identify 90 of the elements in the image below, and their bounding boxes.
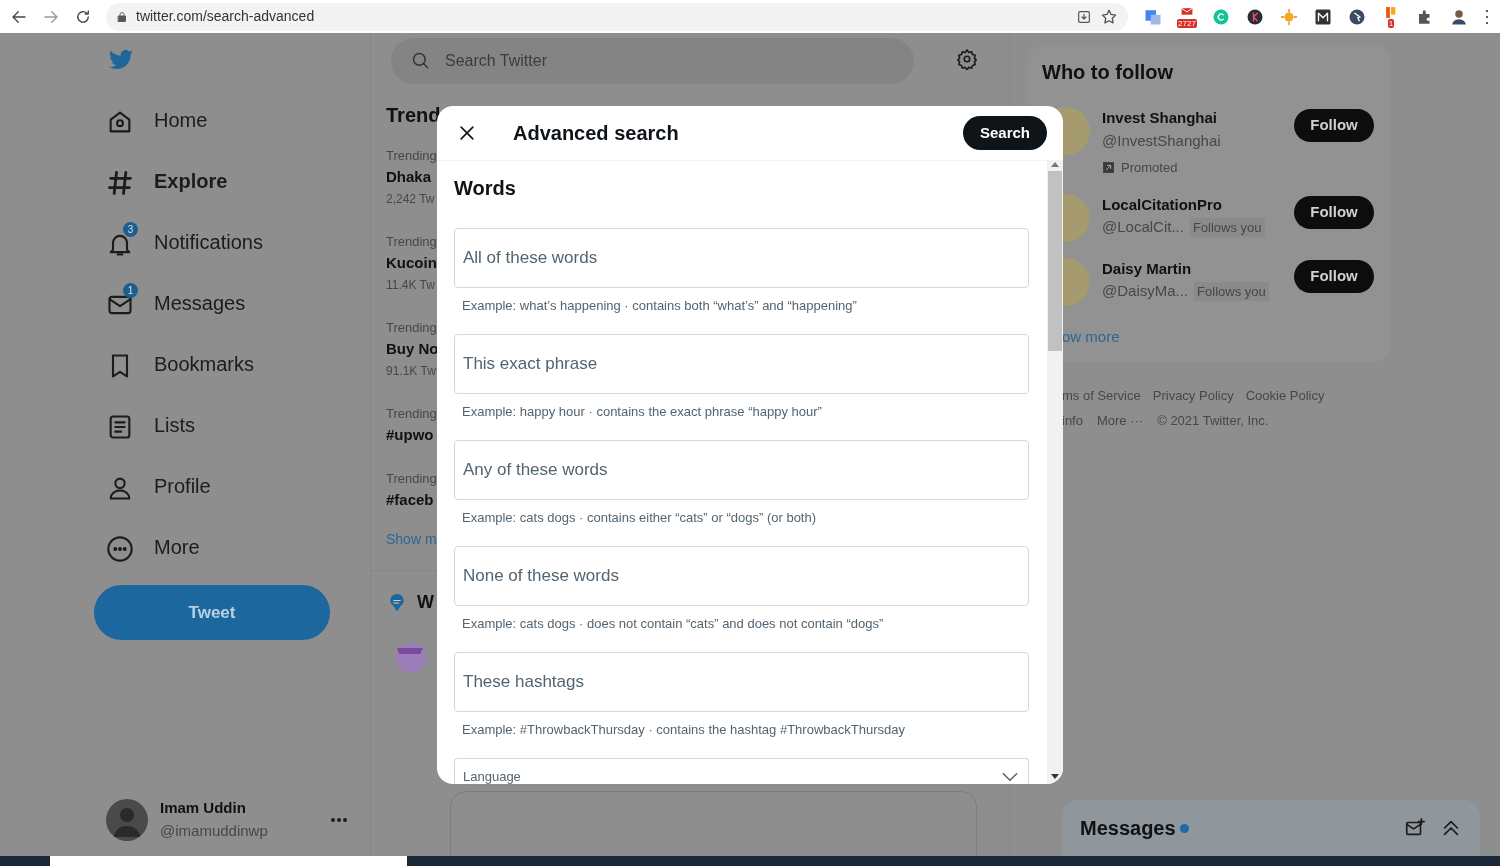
input-field[interactable]: This exact phrase (454, 334, 1029, 394)
nav-item[interactable]: Home (94, 89, 370, 150)
section-heading: Words (454, 176, 517, 201)
follow-button[interactable]: Follow (1294, 195, 1374, 229)
follow-button[interactable]: Follow (1294, 259, 1374, 293)
search-icon (411, 51, 431, 71)
account-name[interactable]: LocalCitationPro (1102, 193, 1265, 216)
extension-badge: 1 (1387, 18, 1395, 28)
dock-title: Messages (1080, 816, 1176, 841)
trend-context: Trending (386, 319, 437, 337)
input-field[interactable]: Any of these words (454, 440, 1029, 500)
input-field[interactable]: All of these words (454, 228, 1029, 288)
trend-count: 91.1K Tw (386, 363, 436, 380)
trend-context: Trending (386, 233, 437, 251)
nav-item[interactable]: More (94, 516, 370, 577)
extension-icon[interactable] (1348, 7, 1366, 26)
account-handle: @LocalCit... (1102, 217, 1184, 237)
url-text: twitter.com/search-advanced (136, 7, 315, 26)
field-hint: Example: cats dogs · does not contain “cats” and does not contain “dogs” (461, 615, 885, 633)
footer-link[interactable]: ms of Service (1062, 386, 1141, 406)
search-placeholder: Search Twitter (445, 51, 547, 71)
nav-item[interactable]: Bookmarks (94, 333, 370, 394)
settings-icon[interactable] (956, 47, 978, 70)
tweet-button[interactable]: Tweet (94, 585, 330, 640)
trends-title: Trend (386, 103, 442, 128)
select-label: Language (463, 768, 521, 784)
footer-link[interactable]: More ··· (1096, 410, 1144, 430)
promoted-icon (1102, 161, 1115, 175)
field-hint: Example: #ThrowbackThursday · contains the hashtag #ThrowbackThursday (461, 721, 906, 739)
address-bar[interactable]: twitter.com/search-advanced (106, 2, 1128, 31)
nav-item[interactable]: Explore (94, 150, 370, 211)
trend-name[interactable]: #faceb (386, 488, 434, 511)
more-icon (106, 535, 134, 564)
reload-icon[interactable] (74, 7, 92, 26)
messages-dock[interactable]: Messages (1062, 800, 1480, 856)
follows-you-label: Follows you (1194, 281, 1269, 301)
footer-link[interactable]: Cookie Policy (1245, 386, 1325, 406)
dialog-title: Advanced search (513, 121, 679, 146)
follows-you-label: Follows you (1189, 217, 1265, 237)
close-icon[interactable] (457, 123, 477, 143)
menu-icon[interactable] (1484, 7, 1490, 26)
nav-item[interactable]: 3 Notifications (94, 211, 370, 272)
trend-context: Trending (386, 470, 437, 488)
account-handle: @DaisyMa... (1102, 281, 1189, 301)
footer-link[interactable]: Privacy Policy (1152, 386, 1234, 406)
pin-icon (387, 591, 407, 614)
extension-icon[interactable] (1246, 7, 1264, 26)
card-title: Who to follow (1041, 60, 1175, 85)
notification-badge: 3 (123, 221, 138, 237)
extension-badge: 2727 (1177, 18, 1197, 28)
nav-item[interactable]: Lists (94, 394, 370, 455)
footer-link[interactable]: info (1062, 410, 1083, 430)
nav-item[interactable]: 1 Messages (94, 272, 370, 333)
language-select[interactable]: Language (454, 758, 1029, 784)
more-icon[interactable] (329, 816, 348, 823)
star-icon[interactable] (1100, 7, 1118, 26)
account-name[interactable]: Daisy Martin (1102, 257, 1269, 280)
explore-icon (106, 169, 134, 198)
search-field[interactable]: Search Twitter (391, 38, 914, 84)
trend-name[interactable]: Dhaka (386, 165, 432, 188)
trend-name[interactable]: Buy No (386, 337, 439, 360)
install-icon[interactable] (1076, 8, 1092, 25)
extension-icon[interactable] (1450, 7, 1468, 26)
account-handle: @imamuddinwp (160, 820, 268, 841)
account-handle: @InvestShanghai (1102, 130, 1221, 151)
scrollbar[interactable] (1047, 161, 1063, 784)
field-hint: Example: what’s happening · contains both “what’s” and “happening” (461, 297, 858, 315)
trend-count: 11.4K Tw (386, 277, 435, 294)
extension-icon[interactable] (1314, 7, 1332, 26)
input-field[interactable]: These hashtags (454, 652, 1029, 712)
search-button[interactable]: Search (962, 116, 1047, 150)
account-name[interactable]: Invest Shanghai (1102, 107, 1221, 130)
follow-button[interactable]: Follow (1294, 109, 1374, 142)
field-hint: Example: happy hour · contains the exact phrase “happy hour” (461, 403, 823, 421)
trend-name[interactable]: Kucoin (386, 251, 437, 274)
copyright: © 2021 Twitter, Inc. (1157, 411, 1269, 430)
trend-context: Trending (386, 147, 437, 165)
input-field[interactable]: None of these words (454, 546, 1029, 606)
scroll-down-icon[interactable] (1051, 774, 1059, 780)
account-name: Imam Uddin (160, 798, 247, 818)
notification-badge: 1 (123, 282, 138, 298)
field-hint: Example: cats dogs · contains either “cats” or “dogs” (or both) (461, 509, 818, 527)
trend-count: 2,242 Tw (386, 191, 435, 208)
trend-name[interactable]: #upwo (386, 423, 434, 446)
promoted-label: Promoted (1121, 159, 1178, 177)
nav-item[interactable]: Profile (94, 455, 370, 516)
trend-context: Trending (386, 405, 437, 423)
lock-icon (116, 9, 128, 24)
scroll-up-icon[interactable] (1051, 161, 1059, 167)
section-title: W (417, 591, 434, 614)
